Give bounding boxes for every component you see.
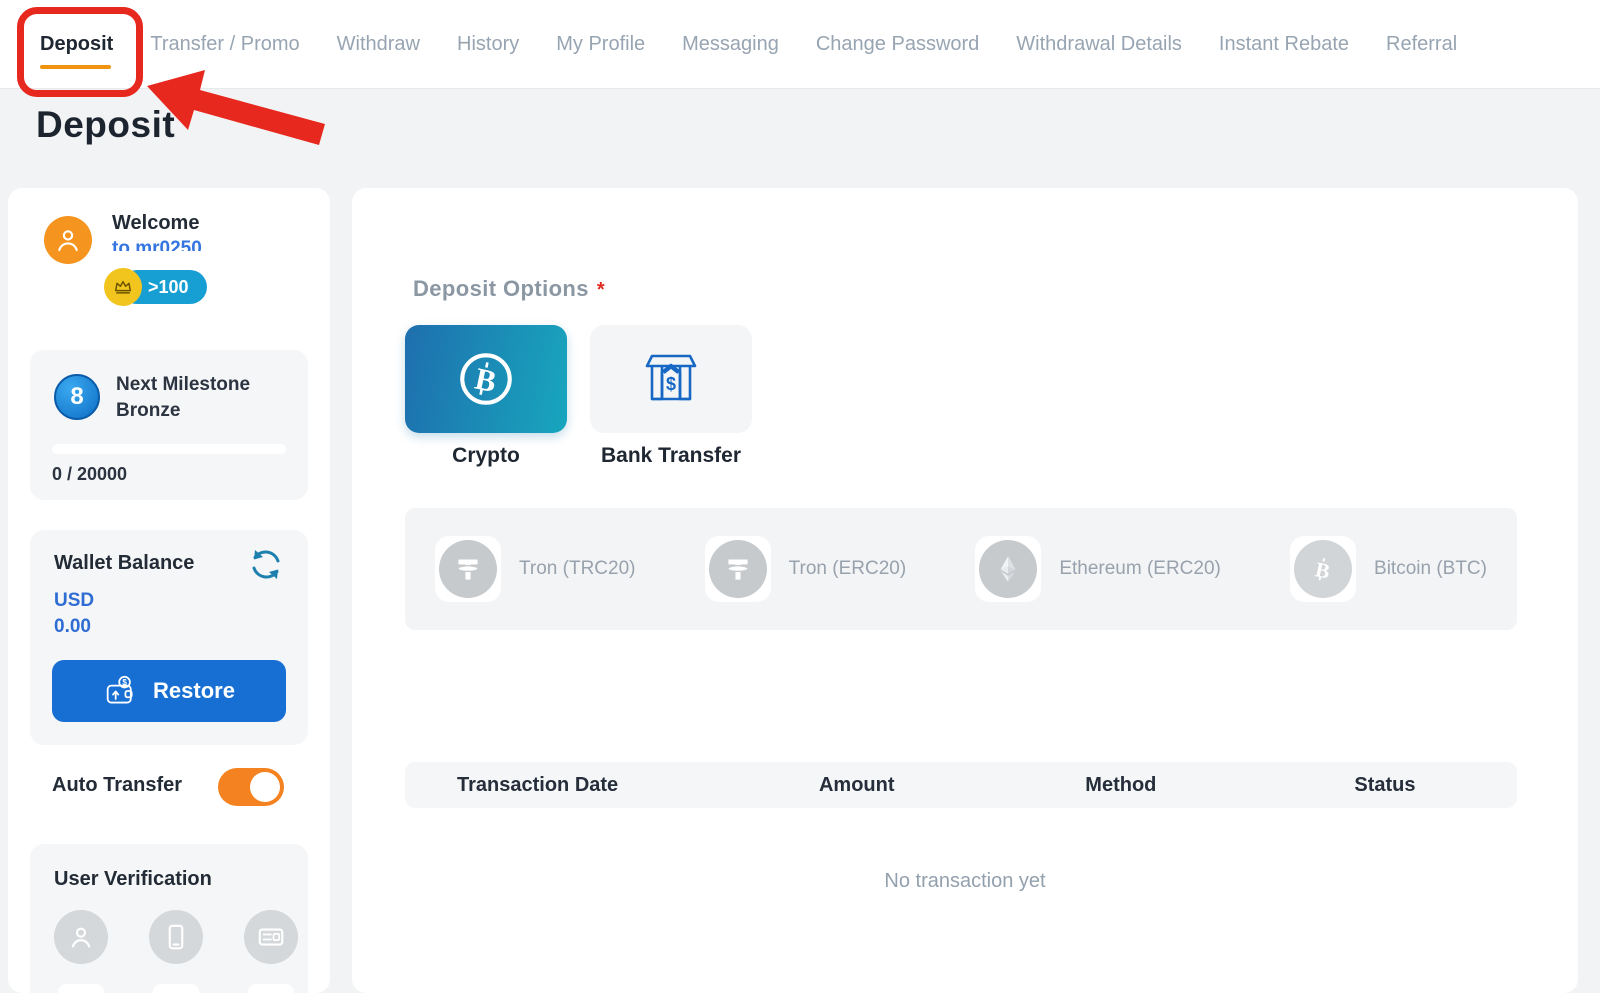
milestone-progress-text: 0 / 20000 [52,464,127,485]
restore-button[interactable]: $ Restore [52,660,286,722]
tab-transfer-promo[interactable]: Transfer / Promo [150,33,299,56]
deposit-panel: Deposit Options* B $ Crypto Bank Transfe… [352,188,1578,993]
crypto-currency-list: Tron (TRC20) Tron (ERC20) Ethereum (ERC2… [405,508,1517,630]
tab-withdraw[interactable]: Withdraw [337,33,420,56]
bank-icon: $ [639,350,703,408]
tab-withdrawal-details[interactable]: Withdrawal Details [1016,33,1182,56]
tether-icon [709,540,767,598]
currency-bitcoin-btc[interactable]: B Bitcoin (BTC) [1290,536,1487,602]
welcome-greeting: Welcome [112,212,199,235]
tab-instant-rebate[interactable]: Instant Rebate [1219,33,1349,56]
auto-transfer-toggle[interactable] [218,768,284,806]
tab-my-profile[interactable]: My Profile [556,33,645,56]
tab-referral[interactable]: Referral [1386,33,1457,56]
auto-transfer-row: Auto Transfer [8,766,330,808]
milestone-label: Next Milestone Bronze [116,372,250,424]
milestone-progress-bar [52,444,286,454]
tab-deposit-label: Deposit [40,33,113,55]
restore-button-label: Restore [153,678,235,704]
toggle-knob [250,772,280,802]
tab-history[interactable]: History [457,33,519,56]
crown-icon [104,268,142,306]
milestone-card: 8 Next Milestone Bronze 0 / 20000 [30,350,308,500]
user-verification-label: User Verification [54,868,212,891]
option-bank-transfer-label: Bank Transfer [590,444,752,468]
verify-id-card-status [248,984,294,993]
tether-icon [439,540,497,598]
page-title: Deposit [36,104,175,146]
top-navigation: Deposit Transfer / Promo Withdraw Histor… [0,0,1600,88]
wallet-amount: 0.00 [54,616,91,638]
currency-tron-trc20[interactable]: Tron (TRC20) [435,536,635,602]
column-method: Method [989,774,1253,797]
milestone-tier: Bronze [116,398,250,424]
empty-transactions-message: No transaction yet [352,870,1578,893]
column-transaction-date: Transaction Date [405,774,725,797]
user-avatar [44,216,92,264]
user-verification-card: User Verification [30,844,308,993]
tab-change-password[interactable]: Change Password [816,33,979,56]
person-icon [53,225,83,255]
tab-messaging[interactable]: Messaging [682,33,779,56]
svg-text:$: $ [666,374,676,394]
welcome-username: to mr0250 [112,238,202,251]
deposit-options-label: Deposit Options* [413,276,605,302]
wallet-currency: USD [54,590,94,612]
wallet-balance-card: Wallet Balance USD 0.00 $ Restore [30,530,308,745]
transactions-table-header: Transaction Date Amount Method Status [405,762,1517,808]
column-status: Status [1253,774,1517,797]
auto-transfer-label: Auto Transfer [52,774,182,797]
wallet-balance-label: Wallet Balance [54,552,194,575]
verify-id-card-icon[interactable] [244,910,298,964]
option-crypto[interactable]: B [405,325,567,433]
refresh-icon[interactable] [246,544,286,584]
active-tab-underline [40,65,111,69]
vip-level-badge: >100 [104,268,224,306]
currency-ethereum-erc20[interactable]: Ethereum (ERC20) [975,536,1221,602]
bitcoin-icon: B [1294,540,1352,598]
verify-identity-status [58,984,104,993]
verify-identity-icon[interactable] [54,910,108,964]
column-amount: Amount [725,774,989,797]
bitcoin-icon: B [453,346,519,412]
wallet-icon: $ [103,675,139,707]
currency-tron-erc20[interactable]: Tron (ERC20) [705,536,907,602]
tab-deposit[interactable]: Deposit [40,33,113,56]
verify-phone-status [153,984,199,993]
milestone-coin-icon: 8 [54,374,100,420]
option-crypto-label: Crypto [405,444,567,468]
verify-phone-icon[interactable] [149,910,203,964]
option-bank-transfer[interactable]: $ [590,325,752,433]
account-sidebar: Welcome to mr0250 >100 8 Next Milestone … [8,188,330,993]
required-asterisk: * [597,279,605,301]
ethereum-icon [979,540,1037,598]
